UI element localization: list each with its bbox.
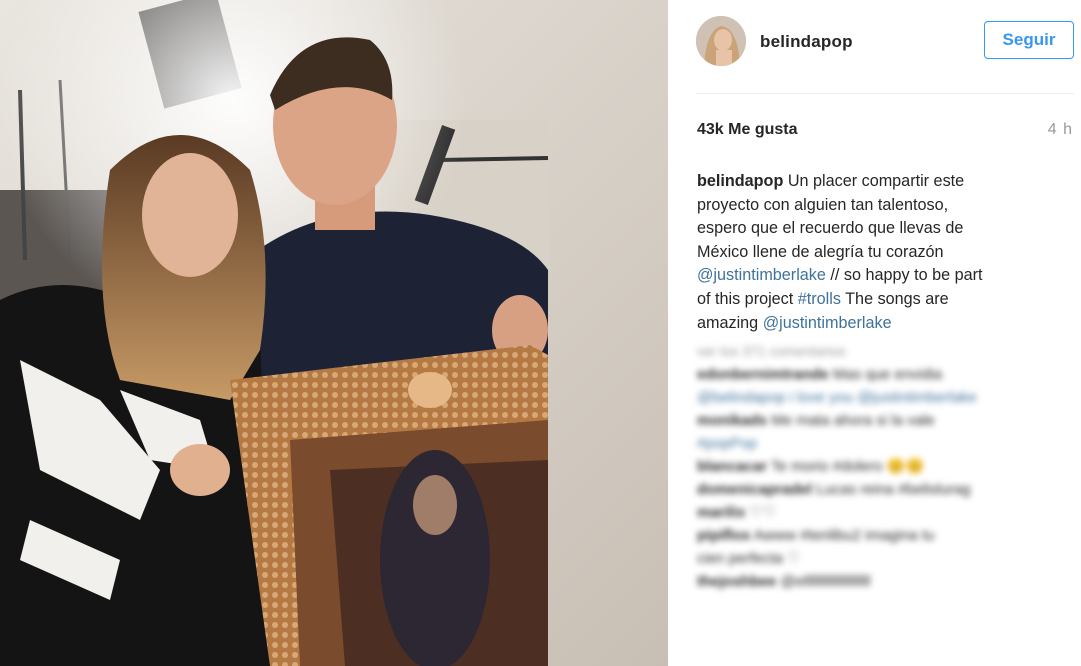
comment-user[interactable]: edonbernimtrande [697,366,829,383]
comment-user[interactable]: pipiflox [697,527,750,544]
comment-user[interactable]: marilix [697,504,745,521]
comment-text: ♡♡ [745,504,777,521]
avatar[interactable] [696,16,746,66]
comment-text: @belindapop i love you @justintimberlake [697,389,977,406]
comment-row: @belindapop i love you @justintimberlake [697,386,1057,409]
comment-row: domenicapradel Lucas reina #belislurag [697,478,1057,501]
comment-user[interactable]: thejoshbee [697,573,776,590]
caption-text: amazing [697,313,763,332]
caption-line: proyecto con alguien tan talentoso, [697,195,949,214]
likes-count[interactable]: 43k Me gusta [697,121,797,139]
comment-row: blancacar Te morio #dolero 😊😊 [697,455,1057,478]
comment-row: #popPop [697,432,1057,455]
caption-text: // so happy to be part [825,266,983,285]
divider [696,93,1074,94]
comment-user[interactable]: blancacar [697,458,767,475]
caption-line: belindapop Un placer compartir este [697,170,1047,194]
comment-text: Lucas reina #belislurag [812,481,971,498]
comment-text: Awww #tenlibu2 imagina tu [750,527,935,544]
comment-row: pipiflox Awww #tenlibu2 imagina tu [697,524,1057,547]
comment-text: cien perfecta ♡ [697,550,801,567]
avatar-image [696,16,746,66]
comment-text: Te morio #dolero 😊😊 [767,458,925,475]
comment-row: thejoshbee @ellllllllllllllllllll [697,570,1057,593]
comment-user[interactable]: domenicapradel [697,481,812,498]
caption-line: espero que el recuerdo que llevas de [697,219,964,238]
comment-row: marilix ♡♡ [697,501,1057,524]
comment-user[interactable]: monikads [697,412,767,429]
caption-text: The songs are [840,289,949,308]
mention-link[interactable]: @justintimberlake [697,266,826,284]
post-photo[interactable] [0,0,668,666]
mention-link[interactable]: @justintimberlake [763,314,892,332]
hashtag-link[interactable]: #trolls [798,290,841,308]
comment-text: Mas que envidia [828,366,943,383]
load-more-comments-link[interactable]: ver los 371 comentarios [697,340,1057,363]
follow-button[interactable]: Seguir [984,21,1074,59]
post-sidebar: belindapop Seguir 43k Me gusta 4 h belin… [668,0,1081,666]
comment-text: Me mata ahora si la vale [767,412,935,429]
comment-row: cien perfecta ♡ [697,547,1057,570]
comments-list: ver los 371 comentarios edonbernimtrande… [697,340,1057,593]
post-header: belindapop Seguir [696,16,1074,68]
caption-text: Un placer compartir este [783,172,965,190]
post-time[interactable]: 4 h [1048,121,1073,139]
caption-line: amazing @justintimberlake [697,312,1047,336]
post-caption: belindapop Un placer compartir este proy… [697,170,1047,335]
caption-text: of this project [697,289,798,308]
username-link[interactable]: belindapop [760,32,853,52]
caption-line: of this project #trolls The songs are [697,288,1047,312]
comment-row: edonbernimtrande Mas que envidia [697,363,1057,386]
comment-text: #popPop [697,435,758,452]
comment-text: @ellllllllllllllllllll [776,573,871,590]
comment-row: monikads Me mata ahora si la vale [697,409,1057,432]
caption-line: @justintimberlake // so happy to be part [697,264,1047,288]
photo-illustration [0,0,668,666]
caption-line: México llene de alegría tu corazón [697,242,944,261]
caption-username[interactable]: belindapop [697,172,783,190]
